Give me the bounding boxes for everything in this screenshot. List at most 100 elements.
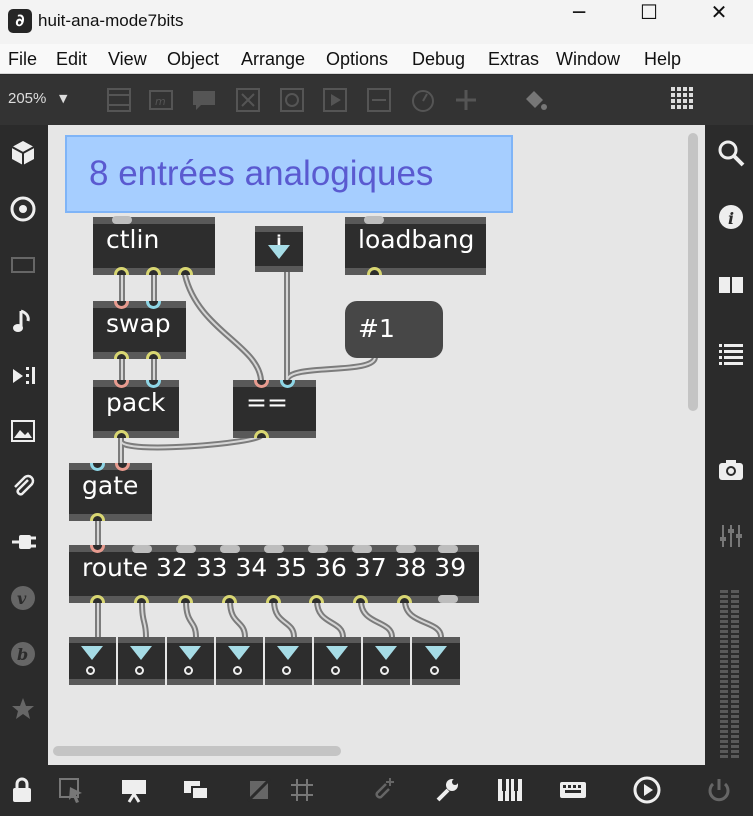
menu-file[interactable]: File — [8, 49, 37, 70]
vizzie-v-icon[interactable]: v — [8, 583, 38, 613]
cube-icon[interactable] — [8, 138, 38, 168]
swap-outlet-2[interactable] — [146, 351, 161, 359]
patch-comment[interactable]: 8 entrées analogiques — [65, 135, 513, 213]
menu-help[interactable]: Help — [644, 49, 681, 70]
minimize-button[interactable]: ─ — [544, 0, 614, 40]
add-object-icon[interactable] — [451, 85, 481, 115]
close-button[interactable]: ✕ — [684, 0, 753, 40]
route-port[interactable] — [132, 545, 152, 553]
menu-object[interactable]: Object — [167, 49, 219, 70]
list-icon[interactable] — [716, 339, 746, 369]
number-box[interactable] — [265, 637, 312, 685]
message-object-icon[interactable]: m — [146, 85, 176, 115]
number-box[interactable] — [412, 637, 460, 685]
bang-object-icon[interactable] — [233, 85, 263, 115]
route-reject-outlet[interactable] — [438, 595, 458, 603]
route-outlet-38[interactable] — [353, 595, 368, 603]
target-circle-icon[interactable] — [8, 194, 38, 224]
route-port[interactable] — [308, 545, 328, 553]
zoom-dropdown-icon[interactable]: ▼ — [59, 92, 67, 105]
route-outlet-36[interactable] — [266, 595, 281, 603]
computer-keyboard-icon[interactable] — [558, 775, 588, 805]
reference-book-icon[interactable] — [716, 271, 746, 301]
device-icon[interactable] — [8, 250, 38, 280]
number-box[interactable] — [216, 637, 263, 685]
playback-object-icon[interactable] — [320, 85, 350, 115]
audio-on-off-icon[interactable] — [632, 775, 662, 805]
menu-view[interactable]: View — [108, 49, 147, 70]
object-gate[interactable]: gate — [69, 463, 152, 521]
int-box[interactable]: i — [255, 226, 303, 272]
message-box[interactable]: #1 — [345, 301, 443, 358]
pack-outlet[interactable] — [114, 430, 129, 438]
menu-arrange[interactable]: Arrange — [241, 49, 305, 70]
object-pack[interactable]: pack — [93, 380, 179, 438]
media-sequence-icon[interactable] — [8, 361, 38, 391]
new-view-icon[interactable] — [181, 775, 211, 805]
piano-keyboard-icon[interactable] — [495, 775, 525, 805]
ctlin-outlet-3[interactable] — [178, 267, 193, 275]
info-icon[interactable]: i — [716, 202, 746, 232]
lock-icon[interactable] — [7, 775, 37, 805]
star-icon[interactable] — [8, 694, 38, 724]
ctlin-outlet-1[interactable] — [114, 267, 129, 275]
route-outlet-35[interactable] — [222, 595, 237, 603]
number-box[interactable] — [69, 637, 116, 685]
camera-icon[interactable] — [716, 455, 746, 485]
zoom-level[interactable]: 205% — [8, 90, 46, 107]
image-icon[interactable] — [8, 416, 38, 446]
loadbang-inlet[interactable] — [364, 216, 384, 224]
button-object-icon[interactable] — [277, 85, 307, 115]
ctlin-outlet-2[interactable] — [146, 267, 161, 275]
paint-bucket-icon[interactable] — [520, 85, 550, 115]
object-swap[interactable]: swap — [93, 301, 186, 359]
route-outlet-32[interactable] — [90, 595, 105, 603]
route-port[interactable] — [352, 545, 372, 553]
route-port[interactable] — [176, 545, 196, 553]
beap-b-icon[interactable]: b — [8, 639, 38, 669]
add-attachment-icon[interactable] — [368, 775, 398, 805]
menu-debug[interactable]: Debug — [412, 49, 465, 70]
plug-icon[interactable] — [8, 527, 38, 557]
presentation-object-icon[interactable] — [104, 85, 134, 115]
search-icon[interactable] — [716, 138, 746, 168]
comment-icon[interactable] — [189, 85, 219, 115]
hide-cords-icon[interactable] — [244, 775, 274, 805]
paperclip-icon[interactable] — [8, 472, 38, 502]
vertical-scrollbar[interactable] — [688, 133, 698, 411]
route-outlet-34[interactable] — [178, 595, 193, 603]
patcher-canvas[interactable]: 8 entrées analogiques ctlin i loadbang #… — [48, 125, 705, 765]
menu-edit[interactable]: Edit — [56, 49, 87, 70]
maximize-button[interactable]: ☐ — [614, 0, 684, 40]
grid-matrix-icon[interactable] — [669, 85, 699, 115]
route-outlet-33[interactable] — [134, 595, 149, 603]
ctlin-inlet[interactable] — [112, 216, 132, 224]
menu-options[interactable]: Options — [326, 49, 388, 70]
route-port[interactable] — [220, 545, 240, 553]
slider-object-icon[interactable] — [364, 85, 394, 115]
wrench-icon[interactable] — [432, 775, 462, 805]
equals-outlet[interactable] — [254, 430, 269, 438]
number-box[interactable] — [118, 637, 165, 685]
dial-object-icon[interactable] — [408, 85, 438, 115]
object-equals[interactable]: == — [233, 380, 316, 438]
mixer-sliders-icon[interactable] — [716, 521, 746, 551]
gate-outlet[interactable] — [90, 513, 105, 521]
object-loadbang[interactable]: loadbang — [345, 217, 486, 275]
loadbang-outlet[interactable] — [367, 267, 382, 275]
route-port[interactable] — [438, 545, 458, 553]
menu-window[interactable]: Window — [556, 49, 620, 70]
power-icon[interactable] — [704, 775, 734, 805]
edit-cursor-icon[interactable] — [56, 775, 86, 805]
number-box[interactable] — [363, 637, 410, 685]
route-port[interactable] — [264, 545, 284, 553]
number-box[interactable] — [314, 637, 361, 685]
swap-outlet-1[interactable] — [114, 351, 129, 359]
menu-extras[interactable]: Extras — [488, 49, 539, 70]
route-port[interactable] — [396, 545, 416, 553]
number-box[interactable] — [167, 637, 214, 685]
presentation-mode-icon[interactable] — [119, 775, 149, 805]
horizontal-scrollbar[interactable] — [53, 746, 341, 756]
music-note-icon[interactable] — [8, 306, 38, 336]
grid-icon[interactable] — [287, 775, 317, 805]
